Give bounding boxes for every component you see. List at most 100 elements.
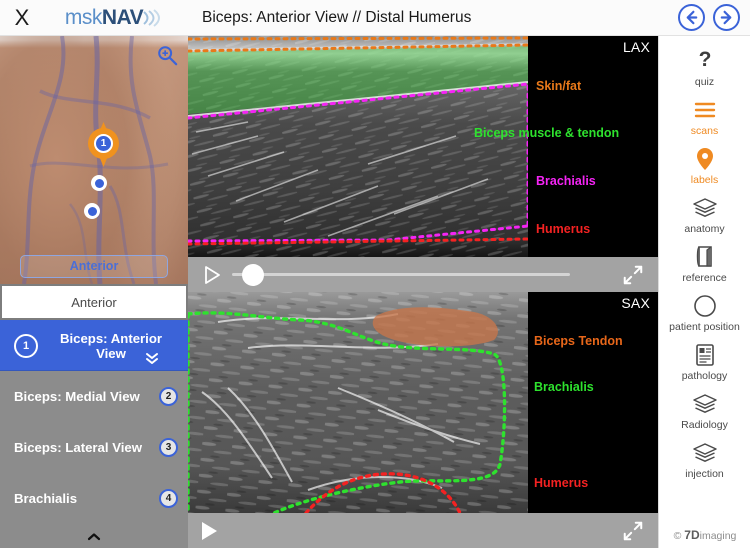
tool-pathology[interactable]: pathology [659,342,750,382]
view-item-label: Brachialis [14,491,78,506]
scan-block-sax: SAX Biceps Tendon Brachialis Humerus [188,292,658,548]
scan-label-skin-fat: Skin/fat [536,79,582,93]
scan-label-humerus-sax: Humerus [534,476,589,490]
tool-radiology[interactable]: Radiology [659,391,750,431]
scan-label-brachialis-sax: Brachialis [534,380,594,394]
brand-footer: © 7Dimaging [659,528,750,542]
lax-ultrasound-render [188,36,528,257]
scan-viewer: LAX Skin/fat Biceps muscle & tendon Brac… [188,36,658,548]
tool-scans[interactable]: scans [659,97,750,137]
tool-label: anatomy [684,223,725,235]
page-title: Biceps: Anterior View // Distal Humerus [202,8,472,26]
app-header: X mskNAV Biceps: Anterior View // Distal… [0,0,750,36]
arrow-left-icon [686,10,698,25]
arrow-right-icon [720,10,732,25]
left-sidebar: 1 Anterior Anterior 1 Biceps: Anterior V… [0,36,188,548]
anatomy-dot-marker-2[interactable] [91,175,107,191]
anatomy-view-toggle[interactable]: Anterior [20,255,168,278]
layers-stack-icon [692,440,718,466]
player-controls-lax [188,257,658,292]
scan-label-biceps-muscle-tendon: Biceps muscle & tendon [474,126,620,140]
compass-icon [693,293,717,319]
fullscreen-icon-lax[interactable] [622,264,644,286]
brand-7d: 7D [684,528,700,542]
logo-text: mskNAV [64,5,144,30]
scan-label-brachialis: Brachialis [536,174,596,188]
tool-label: patient position [669,321,740,333]
logo-msk-text: msk [64,5,103,29]
logo-nav-text: NAV [101,5,144,29]
tool-quiz[interactable]: ? quiz [659,48,750,88]
hamburger-lines-icon [694,97,716,123]
navigation-arrows [678,4,750,31]
anatomy-illustration[interactable]: 1 Anterior [0,36,188,284]
tool-label: scans [690,125,719,137]
tool-patient-position[interactable]: patient position [659,293,750,333]
zoom-in-icon[interactable] [156,44,178,66]
view-item-number: 2 [159,387,178,406]
ultrasound-image-sax[interactable]: SAX Biceps Tendon Brachialis Humerus [188,292,658,513]
copyright-symbol: © [673,530,682,542]
chevron-up-icon [87,533,101,541]
anatomy-marker-number: 1 [94,134,113,153]
layers-stack-icon [692,195,718,221]
region-select-value: Anterior [71,294,117,310]
scan-tag-lax: LAX [622,39,650,55]
player-controls-sax [188,513,658,548]
view-item-label: Biceps: Medial View [14,389,140,404]
scan-label-humerus: Humerus [536,222,591,236]
scrubber-track[interactable] [232,273,570,276]
list-collapse-button[interactable] [0,526,188,548]
dot-inner [94,178,104,188]
view-list-item-1[interactable]: 1 Biceps: Anterior View [0,320,188,371]
anatomy-marker-1[interactable]: 1 [88,122,119,169]
signal-wave-icon [143,8,161,27]
map-pin-icon [696,146,714,172]
anatomy-dot-marker-3[interactable] [84,203,100,219]
tool-label: injection [685,468,724,480]
view-list-item-2[interactable]: Biceps: Medial View 2 [0,371,188,422]
chevron-double-down-icon[interactable] [144,352,160,367]
scan-block-lax: LAX Skin/fat Biceps muscle & tendon Brac… [188,36,658,292]
scan-label-biceps-tendon: Biceps Tendon [534,334,623,348]
fullscreen-icon-sax[interactable] [622,520,644,542]
play-icon-sax[interactable] [202,521,217,540]
layers-stack-icon [692,391,718,417]
play-icon-lax[interactable] [202,265,222,285]
pin-tip-shape [97,152,110,167]
svg-text:?: ? [698,49,711,71]
back-button[interactable] [678,4,705,31]
tool-label: pathology [681,370,728,382]
sax-ultrasound-render [188,292,528,513]
region-select[interactable]: Anterior [0,284,188,320]
view-item-number: 4 [159,489,178,508]
scrubber-sax-placeholder [229,520,622,542]
tool-label: Radiology [681,419,728,431]
close-button[interactable]: X [0,0,40,36]
scrubber-handle[interactable] [242,263,264,286]
scrubber-lax[interactable] [232,263,622,286]
tool-label: reference [682,272,727,284]
document-icon [695,342,715,368]
dot-inner [87,206,97,216]
ultrasound-image-lax[interactable]: LAX Skin/fat Biceps muscle & tendon Brac… [188,36,658,257]
tool-anatomy[interactable]: anatomy [659,195,750,235]
view-list-item-3[interactable]: Biceps: Lateral View 3 [0,422,188,473]
view-list: 1 Biceps: Anterior View Biceps: Medial V… [0,320,188,524]
chevron-double-down-svg [146,353,158,364]
brand-imaging: imaging [699,530,737,542]
app-root: X mskNAV Biceps: Anterior View // Distal… [0,0,750,548]
tool-labels[interactable]: labels [659,146,750,186]
forward-button[interactable] [713,4,740,31]
book-icon [695,244,715,270]
tool-injection[interactable]: injection [659,440,750,480]
tool-label: labels [690,174,719,186]
app-logo: mskNAV [40,0,190,36]
right-toolbar: ? quiz scans labels anatomy reference pa… [658,36,750,548]
view-item-number: 1 [14,333,38,358]
tool-reference[interactable]: reference [659,244,750,284]
view-list-item-4[interactable]: Brachialis 4 [0,473,188,524]
tool-label: quiz [694,76,715,88]
view-item-label: Biceps: Lateral View [14,440,143,455]
view-item-number: 3 [159,438,178,457]
